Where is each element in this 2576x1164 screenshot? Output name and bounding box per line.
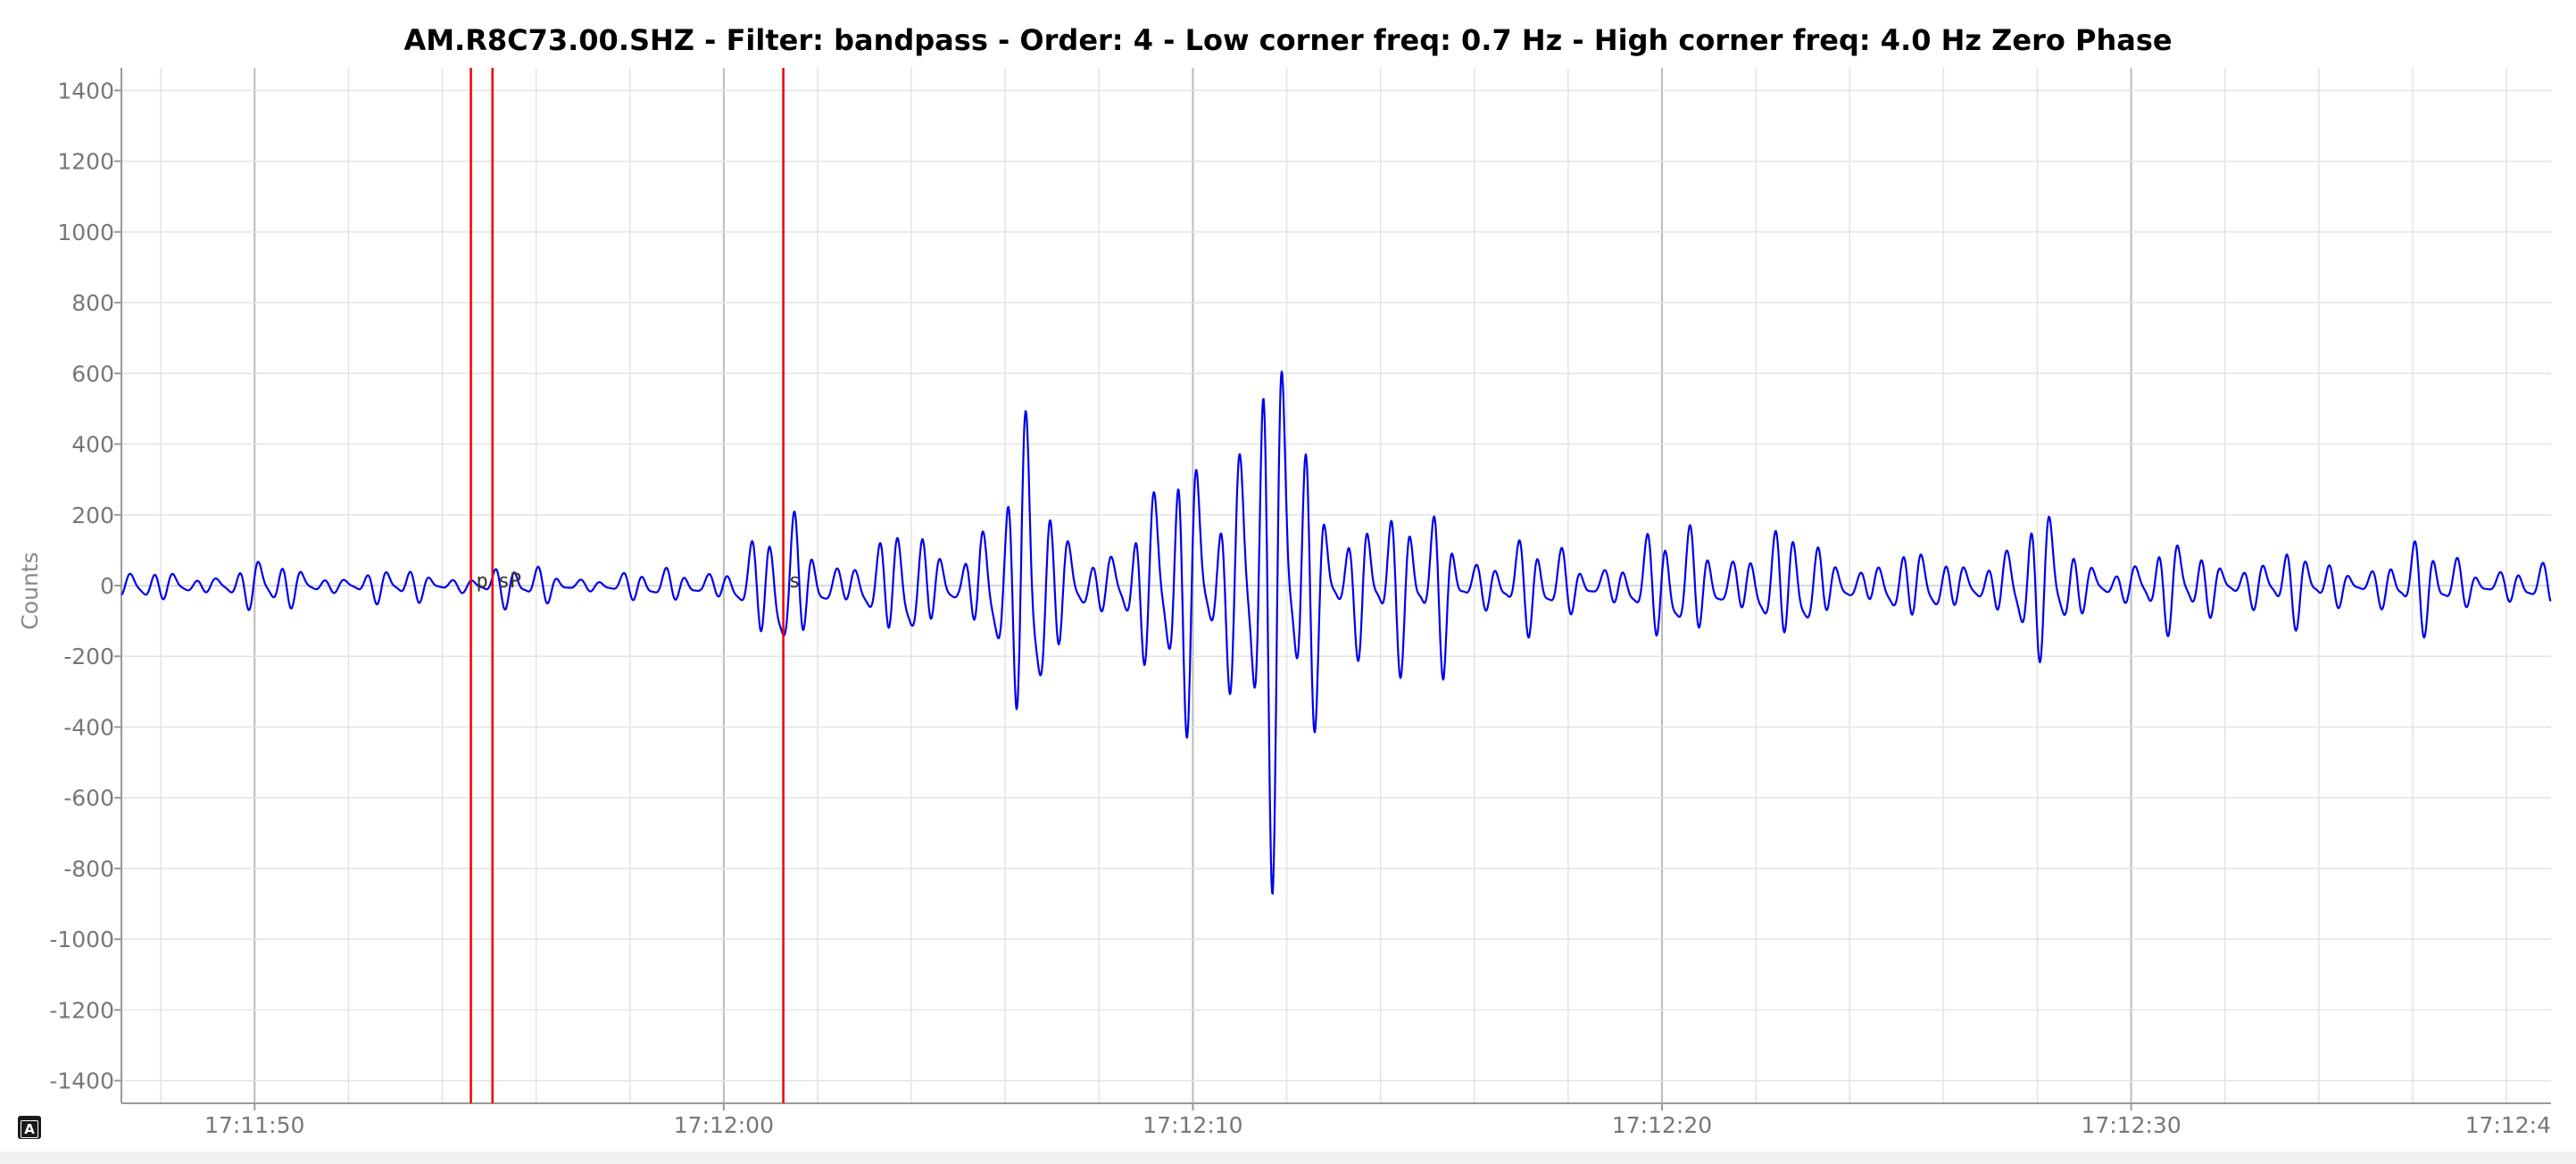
chart-title: AM.R8C73.00.SHZ - Filter: bandpass - Ord… [403,23,2172,57]
y-tick-label: -800 [63,856,114,882]
x-tick-label: 17:12:30 [2081,1112,2181,1138]
y-tick-label: -600 [63,786,114,811]
x-tick-label: 17:12:4 [2465,1112,2551,1138]
y-tick-label: -1400 [49,1068,114,1094]
y-tick-label: 1400 [57,78,114,104]
bottom-strip [0,1152,2576,1164]
seismogram-chart: AM.R8C73.00.SHZ - Filter: bandpass - Ord… [0,0,2576,1164]
y-tick-label: 200 [71,503,114,528]
phase-marker-label: sP [498,570,522,593]
plot-svg: AM.R8C73.00.SHZ - Filter: bandpass - Ord… [0,0,2576,1164]
y-tick-label: 800 [71,290,114,316]
y-tick-label: -1200 [49,997,114,1023]
y-tick-label: -400 [63,714,114,740]
y-tick-label: 400 [71,432,114,458]
y-tick-label: 0 [100,573,114,599]
phase-marker-label: s [789,570,801,593]
x-tick-label: 17:11:50 [204,1112,304,1138]
y-tick-label: -1000 [49,927,114,952]
y-tick-label: 1200 [57,149,114,175]
y-tick-label: 600 [71,361,114,387]
y-tick-label: 1000 [57,220,114,245]
x-tick-label: 17:12:10 [1143,1112,1242,1138]
x-tick-label: 17:12:00 [674,1112,774,1138]
y-tick-label: -200 [63,644,114,669]
y-axis-label: Counts [17,552,43,629]
font-toggle-icon[interactable]: A [18,1116,41,1139]
phase-marker-label: p [477,570,488,593]
x-tick-label: 17:12:20 [1612,1112,1712,1138]
